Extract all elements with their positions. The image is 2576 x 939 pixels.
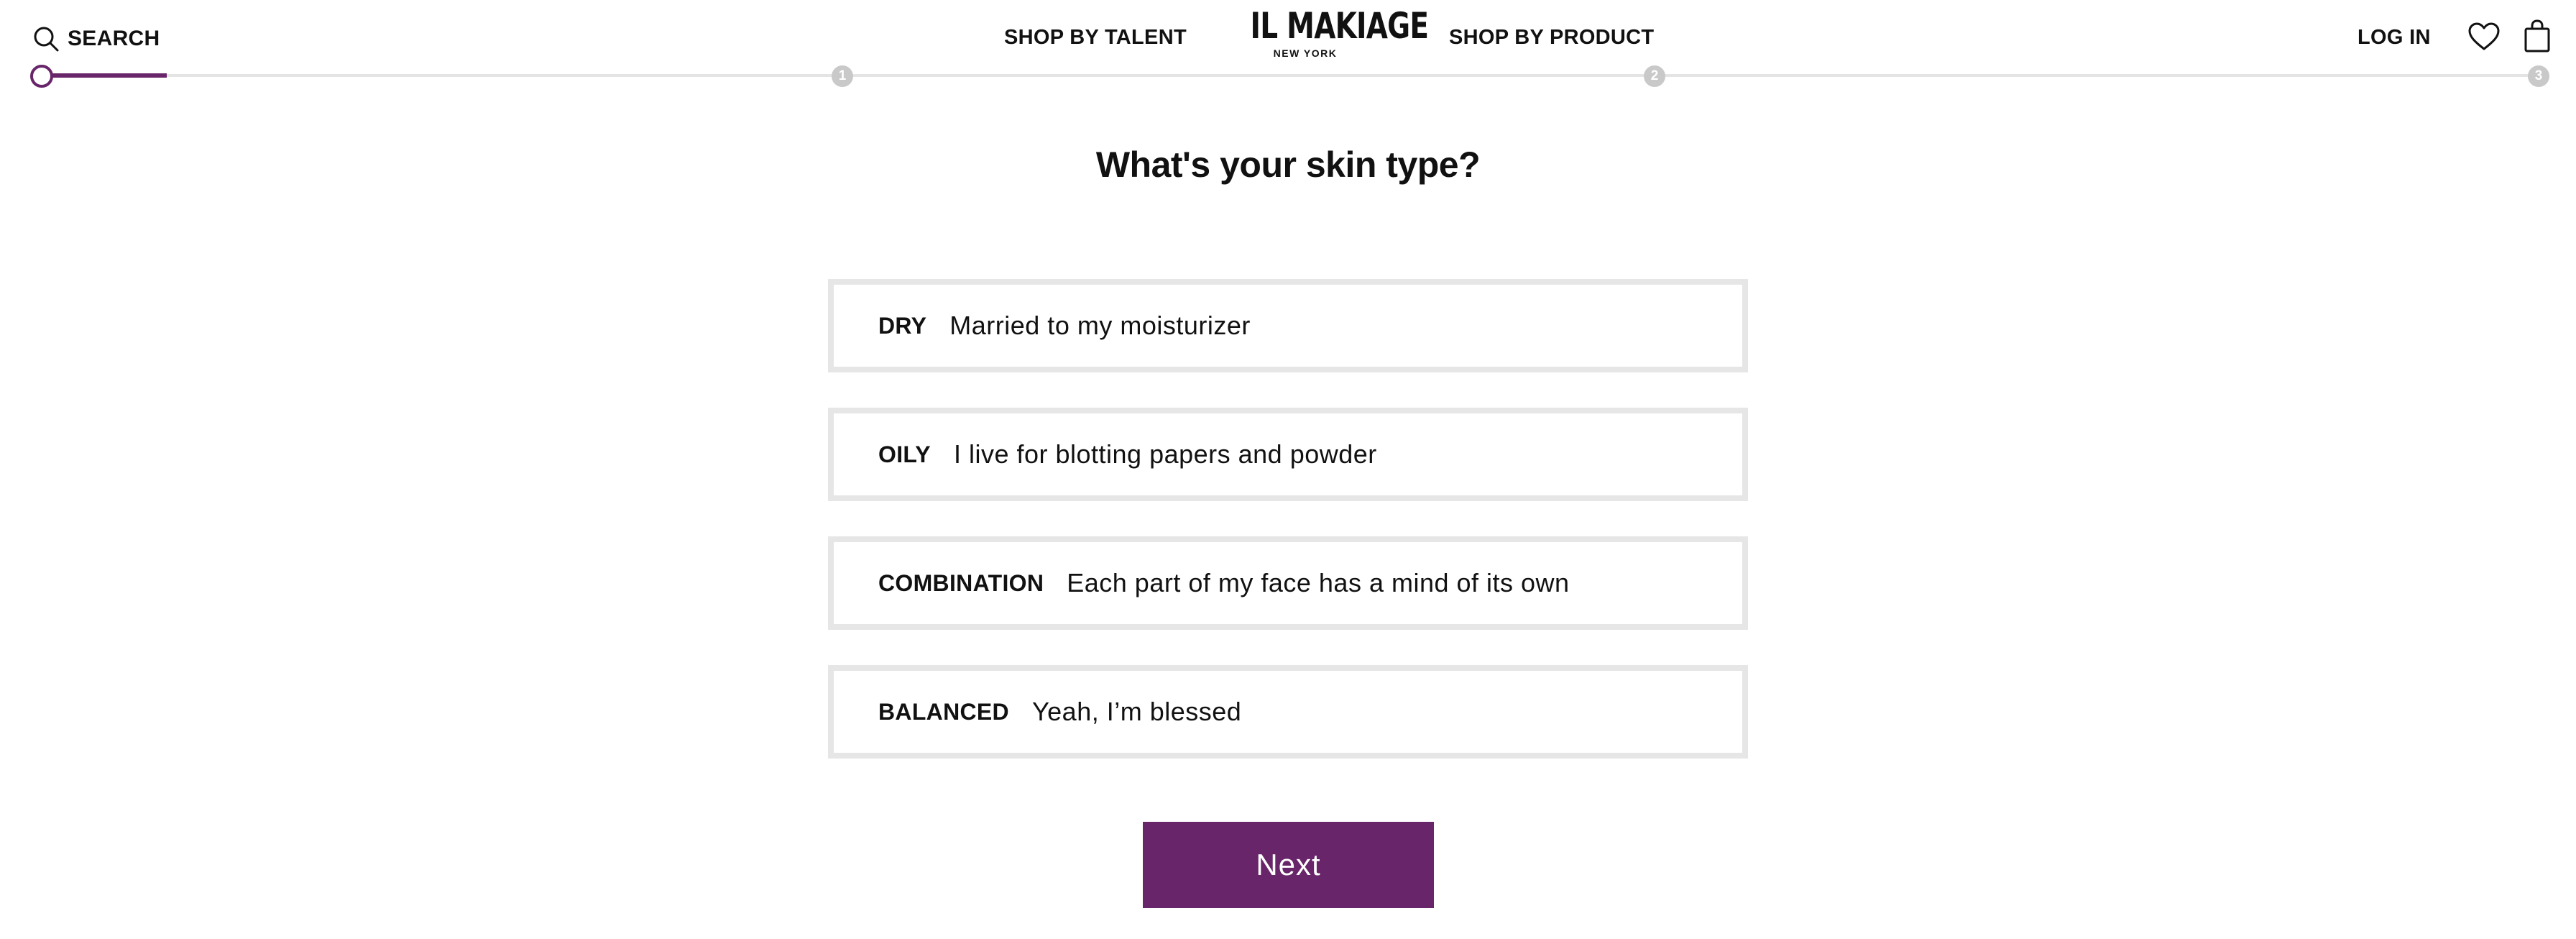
nav-shop-by-talent[interactable]: SHOP BY TALENT — [1004, 26, 1187, 50]
progress-step-2: 2 — [1644, 65, 1665, 87]
skin-type-options: DRY Married to my moisturizer OILY I liv… — [828, 279, 1748, 794]
nav-shop-by-product[interactable]: SHOP BY PRODUCT — [1449, 26, 1654, 50]
heart-icon[interactable] — [2467, 22, 2501, 52]
option-description: Yeah, I’m blessed — [1031, 697, 1242, 726]
progress-step-3: 3 — [2528, 65, 2549, 87]
login-link[interactable]: LOG IN — [2358, 26, 2431, 50]
option-type-label: OILY — [878, 441, 931, 467]
option-oily[interactable]: OILY I live for blotting papers and powd… — [828, 408, 1748, 501]
brand-logo[interactable]: IL MAKIAGE NEW YORK — [1235, 5, 1429, 59]
option-type-label: BALANCED — [878, 698, 1009, 725]
question-title: What's your skin type? — [1095, 145, 1481, 185]
option-description: I live for blotting papers and powder — [953, 439, 1377, 469]
progress-step-1: 1 — [832, 65, 853, 87]
option-description: Married to my moisturizer — [949, 311, 1251, 340]
site-header: SEARCH SHOP BY TALENT IL MAKIAGE NEW YOR… — [0, 0, 2576, 72]
progress-current-marker — [30, 65, 53, 88]
logo-name: IL MAKIAGE — [1250, 5, 1429, 47]
progress-track — [42, 74, 2539, 77]
option-type-label: DRY — [878, 312, 927, 339]
option-dry[interactable]: DRY Married to my moisturizer — [828, 279, 1748, 372]
shopping-bag-icon[interactable] — [2523, 19, 2552, 53]
option-description: Each part of my face has a mind of its o… — [1067, 568, 1570, 597]
search-label: SEARCH — [68, 27, 160, 50]
search-button[interactable]: SEARCH — [32, 22, 160, 56]
option-type-label: COMBINATION — [878, 569, 1044, 596]
option-balanced[interactable]: BALANCED Yeah, I’m blessed — [828, 665, 1748, 759]
logo-tagline: NEW YORK — [1273, 47, 1338, 59]
option-combination[interactable]: COMBINATION Each part of my face has a m… — [828, 536, 1748, 630]
progress-fill — [42, 73, 167, 78]
next-button[interactable]: Next — [1143, 822, 1434, 908]
search-icon — [34, 27, 59, 52]
